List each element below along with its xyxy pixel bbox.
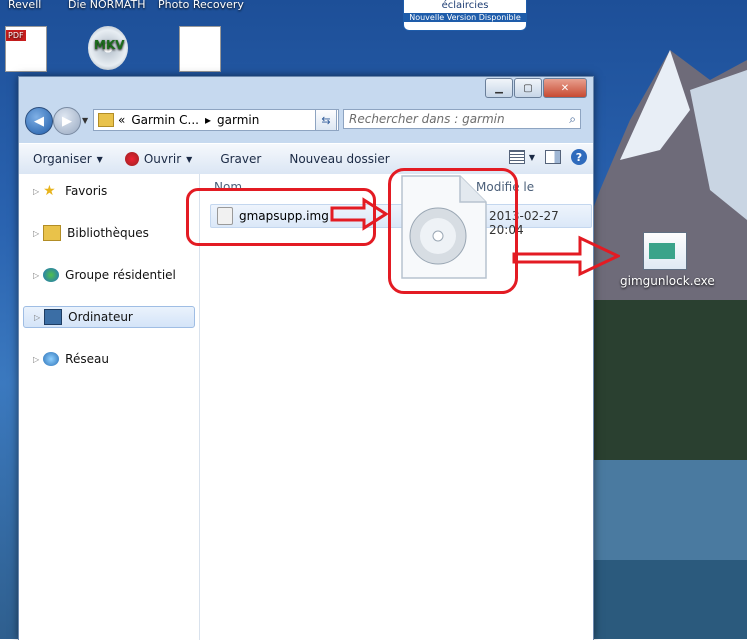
exe-label: gimgunlock.exe [620, 274, 715, 288]
chevron-down-icon[interactable]: ▼ [529, 153, 535, 162]
sidebar-item-groupe-residentiel[interactable]: ▷ Groupe résidentiel [23, 264, 195, 286]
navigation-bar: ◀ ▶ ▼ « Garmin C... ▸ garmin ▼ ⇆ Recherc… [19, 103, 593, 137]
blank-file-icon [179, 26, 221, 72]
desktop-exe-shortcut[interactable]: gimgunlock.exe [620, 232, 715, 288]
burn-label: Graver [220, 152, 262, 166]
breadcrumb-separator: ▸ [204, 113, 212, 127]
desktop-pdf-shortcut[interactable]: PDF [0, 26, 58, 72]
views-icon[interactable] [508, 150, 525, 164]
maximize-button[interactable]: ▢ [514, 78, 542, 98]
pdf-tag: PDF [6, 30, 26, 41]
computer-icon [44, 309, 63, 325]
open-label: Ouvrir [143, 152, 182, 166]
sidebar-item-bibliotheques[interactable]: ▷ Bibliothèques [23, 222, 195, 244]
chevron-down-icon: ▼ [186, 154, 193, 164]
expand-icon[interactable]: ▷ [33, 229, 39, 238]
expand-icon[interactable]: ▷ [34, 313, 40, 322]
search-placeholder: Rechercher dans : garmin [349, 112, 505, 126]
star-icon: ★ [43, 183, 56, 199]
organize-label: Organiser [33, 152, 92, 166]
update-badge[interactable]: éclaircies Nouvelle Version Disponible [403, 0, 527, 31]
minimize-button[interactable]: ▁ [485, 78, 513, 98]
expand-icon[interactable]: ▷ [33, 187, 39, 196]
desktop-mkv-shortcut[interactable]: MKV [76, 26, 140, 70]
chevron-down-icon: ▼ [96, 154, 103, 164]
sidebar-item-label: Favoris [65, 184, 108, 198]
sidebar-item-reseau[interactable]: ▷ Réseau [23, 348, 195, 370]
update-badge-bar: Nouvelle Version Disponible [404, 13, 526, 22]
annotation-arrow-2 [512, 235, 620, 277]
back-button[interactable]: ◀ [25, 107, 53, 135]
homegroup-icon [43, 268, 60, 282]
breadcrumb-garmin-c[interactable]: Garmin C... [131, 113, 199, 127]
burn-button[interactable]: Graver [220, 152, 261, 166]
navigation-pane: ▷ ★ Favoris ▷ Bibliothèques ▷ Groupe rés… [19, 174, 200, 640]
window-controls: ▁ ▢ ✕ [484, 78, 587, 98]
address-prefix: « [118, 113, 126, 127]
library-icon [43, 225, 62, 241]
open-app-icon [124, 152, 139, 166]
open-button[interactable]: Ouvrir ▼ [124, 152, 193, 166]
forward-button[interactable]: ▶ [53, 107, 81, 135]
organize-button[interactable]: Organiser ▼ [33, 152, 103, 166]
annotation-drag-highlight [388, 168, 518, 294]
new-folder-label: Nouveau dossier [289, 152, 390, 166]
network-icon [43, 352, 60, 366]
sidebar-item-favoris[interactable]: ▷ ★ Favoris [23, 180, 195, 202]
desktop-top-label-2[interactable]: Die NORMATH [68, 0, 145, 11]
address-bar[interactable]: « Garmin C... ▸ garmin ▼ [93, 109, 339, 131]
annotation-arrow-1 [330, 197, 389, 231]
mkv-label: MKV [94, 38, 125, 52]
sidebar-item-ordinateur[interactable]: ▷ Ordinateur [23, 306, 195, 328]
desktop: Revell Die NORMATH Photo Recovery éclair… [0, 0, 747, 640]
new-folder-button[interactable]: Nouveau dossier [289, 152, 389, 166]
close-button[interactable]: ✕ [543, 78, 587, 98]
exe-app-icon [643, 232, 687, 270]
sidebar-item-label: Réseau [65, 352, 109, 366]
sidebar-item-label: Groupe résidentiel [65, 268, 176, 282]
breadcrumb-garmin[interactable]: garmin [217, 113, 259, 127]
folder-icon [98, 113, 114, 127]
expand-icon[interactable]: ▷ [33, 271, 39, 280]
explorer-window: ▁ ▢ ✕ ◀ ▶ ▼ « Garmin C... ▸ garmin ▼ ⇆ R… [18, 76, 594, 640]
update-badge-text: éclaircies [441, 0, 489, 11]
sidebar-item-label: Ordinateur [68, 310, 133, 324]
preview-pane-icon[interactable] [545, 150, 561, 164]
desktop-file-shortcut[interactable] [168, 26, 232, 72]
refresh-button[interactable]: ⇆ [315, 109, 337, 131]
title-bar[interactable]: ▁ ▢ ✕ [19, 77, 593, 103]
search-icon[interactable]: ⌕ [569, 112, 576, 127]
mkv-icon: MKV [88, 26, 128, 70]
help-icon[interactable]: ? [571, 149, 587, 165]
recent-pages-dropdown[interactable]: ▼ [82, 116, 88, 125]
desktop-top-label-3[interactable]: Photo Recovery [158, 0, 244, 11]
toolbar-right-group: ▼ ? [499, 149, 587, 165]
sidebar-item-label: Bibliothèques [67, 226, 149, 240]
desktop-top-label-1[interactable]: Revell [8, 0, 41, 11]
search-input[interactable]: Rechercher dans : garmin ⌕ [343, 109, 581, 129]
pdf-icon: PDF [5, 26, 47, 72]
expand-icon[interactable]: ▷ [33, 355, 39, 364]
